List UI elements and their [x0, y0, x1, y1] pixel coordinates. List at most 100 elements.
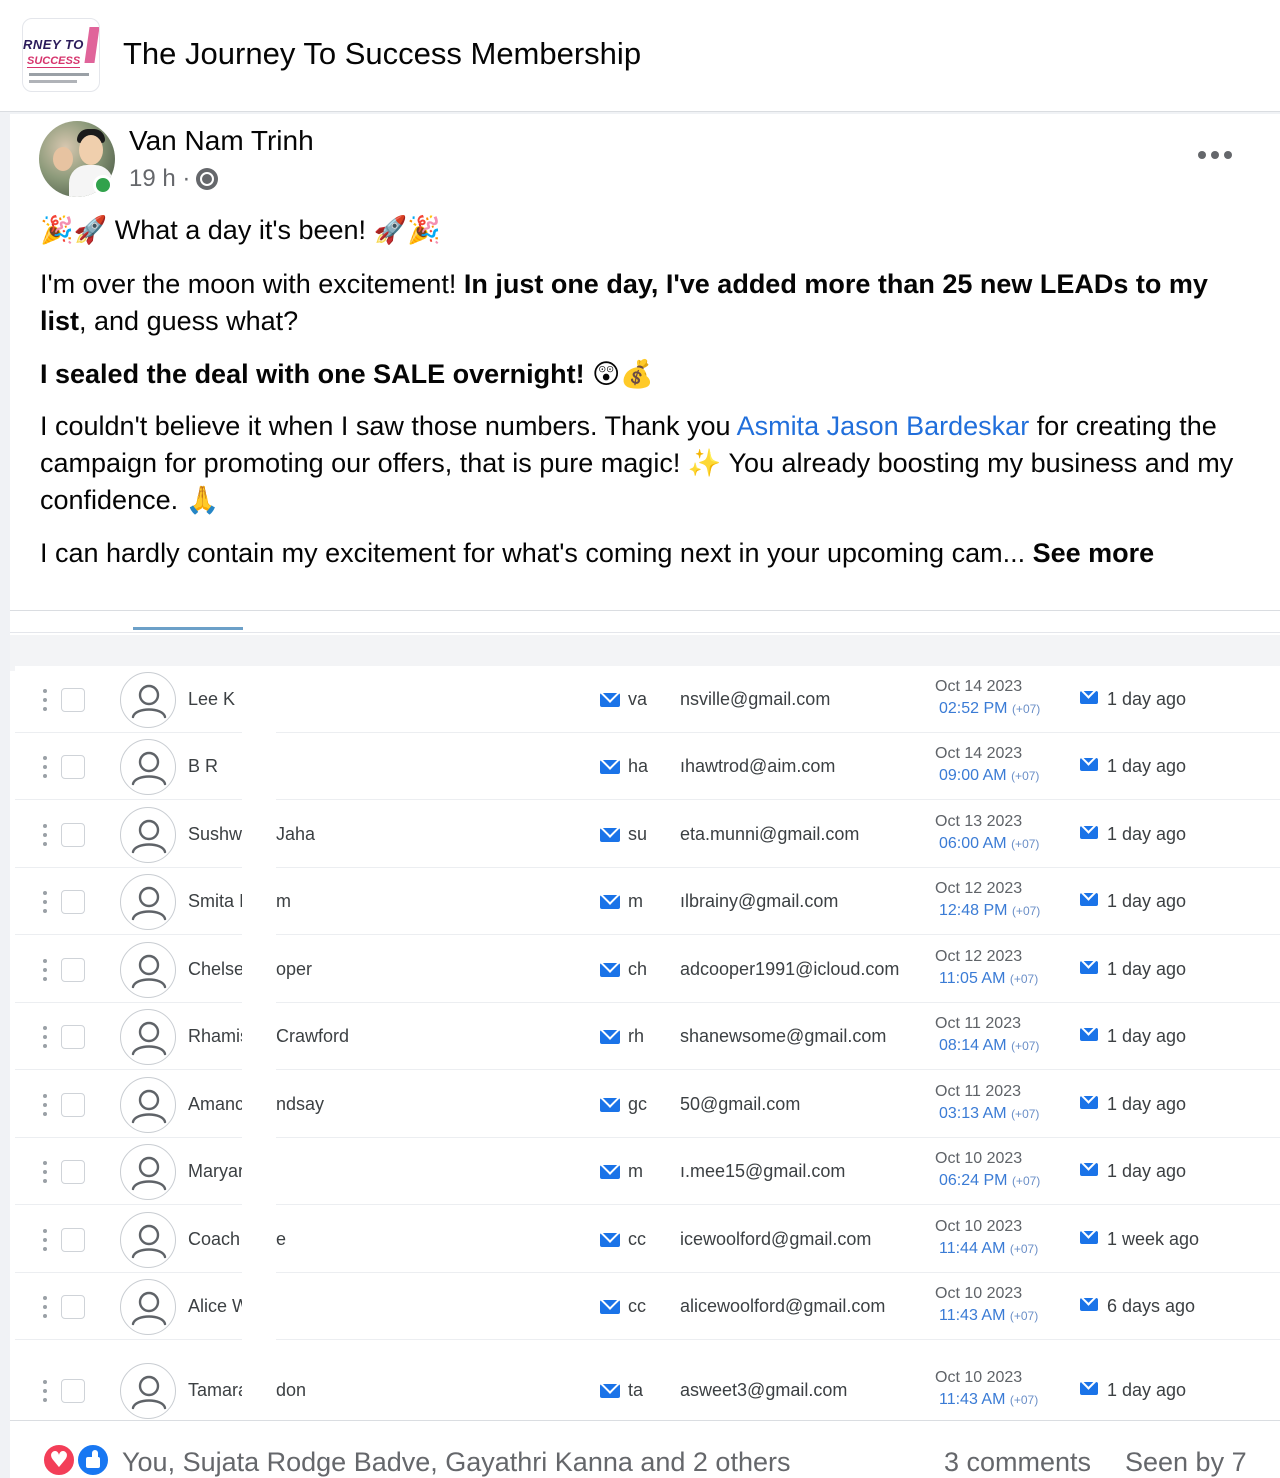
contact-email[interactable]: adcooper1991@icloud.com — [680, 959, 920, 980]
redaction-mask — [242, 801, 276, 868]
row-checkbox[interactable] — [61, 1025, 85, 1049]
drag-handle-icon[interactable] — [41, 959, 49, 981]
contact-last-name[interactable]: ndsay — [276, 1094, 396, 1115]
contact-row[interactable]: Coach e cc icewoolford@gmail.com Oct 10 2023… — [15, 1206, 1280, 1273]
see-more-link[interactable]: See more — [1033, 538, 1155, 568]
contact-first-name[interactable]: B R — [188, 756, 242, 777]
drag-handle-icon[interactable] — [41, 689, 49, 711]
row-checkbox[interactable] — [61, 823, 85, 847]
contact-email-prefix[interactable]: cc — [628, 1229, 648, 1250]
row-checkbox[interactable] — [61, 1093, 85, 1117]
party-rocket-emoji: 🎉🚀 — [40, 215, 108, 246]
contact-row[interactable]: B R ha ıhawtrod@aim.com Oct 14 2023 09:00 AM… — [15, 733, 1280, 800]
contact-first-name[interactable]: Tamara — [188, 1380, 242, 1401]
contact-email[interactable]: alicewoolford@gmail.com — [680, 1296, 920, 1317]
contact-row[interactable]: Amanc ndsay gc 50@gmail.com Oct 11 2023 03:13… — [15, 1071, 1280, 1138]
drag-handle-icon[interactable] — [41, 1094, 49, 1116]
reaction-names[interactable]: You, Sujata Rodge Badve, Gayathri Kanna … — [122, 1447, 790, 1478]
contact-row[interactable]: Rhamis Crawford rh shanewsome@gmail.com Oct … — [15, 1003, 1280, 1070]
contact-row[interactable]: Alice W cc alicewoolford@gmail.com Oct 10 2… — [15, 1273, 1280, 1340]
contact-email-prefix[interactable]: m — [628, 1161, 648, 1182]
contact-email-prefix[interactable]: ta — [628, 1380, 648, 1401]
contact-email-prefix[interactable]: rh — [628, 1026, 648, 1047]
contact-time: 06:24 PM (+07) — [939, 1172, 1040, 1190]
contact-first-name[interactable]: Sushw — [188, 824, 242, 845]
pray-emoji: 🙏 — [185, 485, 220, 516]
row-checkbox[interactable] — [61, 1379, 85, 1403]
contact-email[interactable]: shanewsome@gmail.com — [680, 1026, 920, 1047]
contact-email[interactable]: nsville@gmail.com — [680, 689, 920, 710]
contact-first-name[interactable]: Coach — [188, 1229, 242, 1250]
contact-row[interactable]: Maryar m ı.mee15@gmail.com Oct 10 2023 06:24… — [15, 1138, 1280, 1205]
drag-handle-icon[interactable] — [41, 824, 49, 846]
author-name[interactable]: Van Nam Trinh — [129, 125, 314, 157]
seen-by[interactable]: Seen by 7 — [1125, 1447, 1247, 1478]
contact-email-prefix[interactable]: cc — [628, 1296, 648, 1317]
group-title[interactable]: The Journey To Success Membership — [123, 36, 641, 72]
contact-row[interactable]: Sushw Jaha su eta.munni@gmail.com Oct 13 202… — [15, 801, 1280, 868]
contact-time: 11:43 AM (+07) — [939, 1391, 1038, 1409]
contact-email-prefix[interactable]: ha — [628, 756, 648, 777]
contact-last-name[interactable]: oper — [276, 959, 396, 980]
contact-email[interactable]: 50@gmail.com — [680, 1094, 920, 1115]
mail-icon — [600, 760, 620, 774]
contact-email-prefix[interactable]: gc — [628, 1094, 648, 1115]
contact-row[interactable]: Chelse oper ch adcooper1991@icloud.com Oct 1… — [15, 936, 1280, 1003]
row-checkbox[interactable] — [61, 958, 85, 982]
drag-handle-icon[interactable] — [41, 1229, 49, 1251]
mention-link[interactable]: Asmita Jason Bardeskar — [737, 411, 1030, 441]
contact-first-name[interactable]: Maryar — [188, 1161, 242, 1182]
contact-last-name[interactable]: Jaha — [276, 824, 396, 845]
contact-first-name[interactable]: Chelse — [188, 959, 242, 980]
globe-icon[interactable] — [196, 168, 219, 190]
contact-first-name[interactable]: Rhamis — [188, 1026, 242, 1047]
contact-time: 12:48 PM (+07) — [939, 902, 1040, 920]
contact-row[interactable]: Smita I m m ılbrainy@gmail.com Oct 12 2023 12… — [15, 868, 1280, 935]
contact-email[interactable]: ı.mee15@gmail.com — [680, 1161, 920, 1182]
row-checkbox[interactable] — [61, 755, 85, 779]
contact-last-name[interactable]: m — [276, 891, 396, 912]
drag-handle-icon[interactable] — [41, 1296, 49, 1318]
contact-email[interactable]: eta.munni@gmail.com — [680, 824, 920, 845]
contact-last-name[interactable]: Crawford — [276, 1026, 396, 1047]
contact-email-prefix[interactable]: va — [628, 689, 648, 710]
love-reaction-icon[interactable] — [42, 1443, 76, 1477]
contact-last-name[interactable]: e — [276, 1229, 396, 1250]
like-reaction-icon[interactable] — [76, 1443, 110, 1477]
contact-email[interactable]: ıhawtrod@aim.com — [680, 756, 920, 777]
contact-email-prefix[interactable]: ch — [628, 959, 648, 980]
row-checkbox[interactable] — [61, 1160, 85, 1184]
contact-last-activity: 1 day ago — [1107, 959, 1187, 979]
contact-row[interactable]: Tamara don ta asweet3@gmail.com Oct 10 2023 1… — [15, 1341, 1280, 1420]
contact-date: Oct 12 2023 — [935, 880, 1023, 897]
contact-first-name[interactable]: Amanc — [188, 1094, 242, 1115]
contact-first-name[interactable]: Smita I — [188, 891, 242, 912]
group-logo[interactable]: RNEY TO SUCCESS — [22, 18, 100, 92]
contact-first-name[interactable]: Lee K — [188, 689, 242, 710]
contact-email[interactable]: ılbrainy@gmail.com — [680, 891, 920, 912]
contact-row[interactable]: Lee K va nsville@gmail.com Oct 14 2023 02:52… — [15, 666, 1280, 733]
activity-mail-icon — [1080, 1163, 1098, 1176]
post-image-contact-list[interactable]: Lee K va nsville@gmail.com Oct 14 2023 02:52… — [10, 610, 1280, 1420]
contact-email-prefix[interactable]: su — [628, 824, 648, 845]
contact-last-name[interactable]: don — [276, 1380, 396, 1401]
drag-handle-icon[interactable] — [41, 756, 49, 778]
redaction-mask — [242, 936, 276, 1003]
drag-handle-icon[interactable] — [41, 1026, 49, 1048]
contact-first-name[interactable]: Alice W — [188, 1296, 242, 1317]
row-checkbox[interactable] — [61, 1295, 85, 1319]
more-options-icon[interactable] — [1198, 148, 1238, 162]
contact-email-prefix[interactable]: m — [628, 891, 648, 912]
drag-handle-icon[interactable] — [41, 891, 49, 913]
contact-time: 11:05 AM (+07) — [939, 970, 1038, 988]
row-checkbox[interactable] — [61, 1228, 85, 1252]
drag-handle-icon[interactable] — [41, 1161, 49, 1183]
comments-count[interactable]: 3 comments — [944, 1447, 1091, 1478]
contact-email[interactable]: icewoolford@gmail.com — [680, 1229, 920, 1250]
row-checkbox[interactable] — [61, 688, 85, 712]
row-checkbox[interactable] — [61, 890, 85, 914]
post-time[interactable]: 19 h · — [129, 165, 190, 193]
contact-email[interactable]: asweet3@gmail.com — [680, 1380, 920, 1401]
sparkles-emoji: ✨ — [687, 448, 722, 479]
drag-handle-icon[interactable] — [41, 1380, 49, 1402]
